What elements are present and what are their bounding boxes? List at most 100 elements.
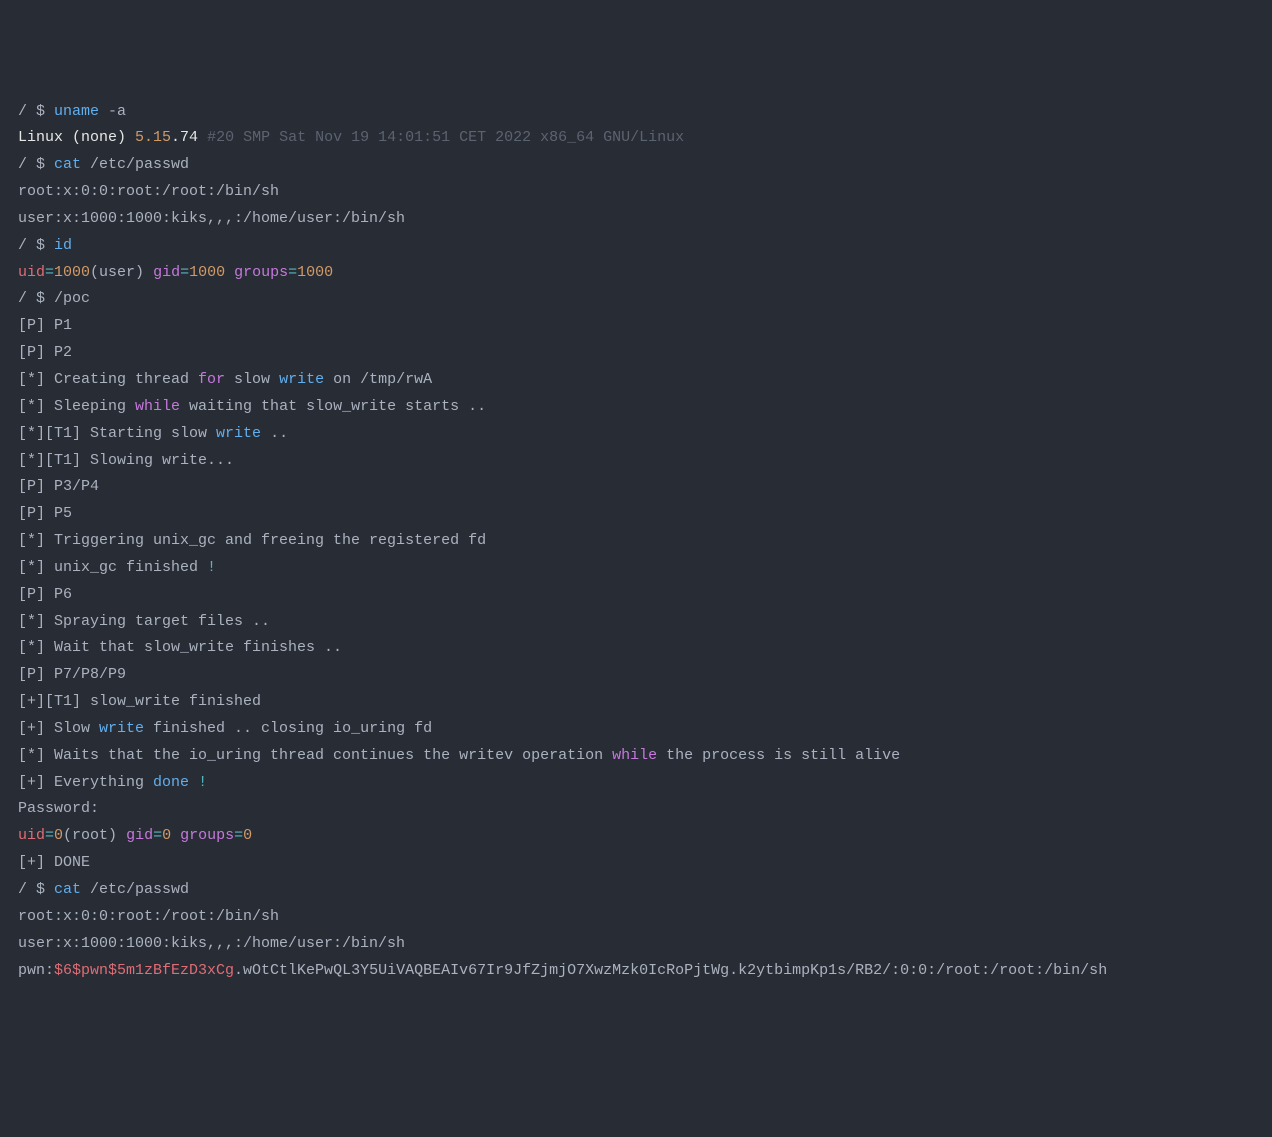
terminal-token: id: [54, 237, 72, 254]
terminal-token: while: [612, 747, 657, 764]
terminal-token: / $: [18, 237, 54, 254]
terminal-line: [*] Spraying target files ..: [18, 609, 1254, 636]
terminal-token: [*] Spraying target files ..: [18, 613, 270, 630]
terminal-line: [P] P5: [18, 501, 1254, 528]
terminal-token: root:x:0:0:root:/root:/bin/sh: [18, 908, 279, 925]
terminal-line: user:x:1000:1000:kiks,,,:/home/user:/bin…: [18, 931, 1254, 958]
terminal-token: (root): [63, 827, 126, 844]
terminal-token: gid: [153, 264, 180, 281]
terminal-line: [*] Sleeping while waiting that slow_wri…: [18, 394, 1254, 421]
terminal-token: 1000: [189, 264, 225, 281]
terminal-token: 5.15: [135, 129, 171, 146]
terminal-line: / $ cat /etc/passwd: [18, 152, 1254, 179]
terminal-line: pwn:$6$pwn$5m1zBfEzD3xCg.wOtCtlKePwQL3Y5…: [18, 958, 1254, 985]
terminal-token: -a: [99, 103, 126, 120]
terminal-line: [+][T1] slow_write finished: [18, 689, 1254, 716]
terminal-token: slow: [225, 371, 279, 388]
terminal-token: write: [279, 371, 324, 388]
terminal-token: [*][T1] Slowing write...: [18, 452, 234, 469]
terminal-token: [*] Waits that the io_uring thread conti…: [18, 747, 612, 764]
terminal-line: [P] P1: [18, 313, 1254, 340]
terminal-token: [+][T1] slow_write finished: [18, 693, 261, 710]
terminal-line: / $ /poc: [18, 286, 1254, 313]
terminal-token: done: [153, 774, 189, 791]
terminal-token: / $ /poc: [18, 290, 90, 307]
terminal-token: gid: [126, 827, 153, 844]
terminal-token: user:x:1000:1000:kiks,,,:/home/user:/bin…: [18, 210, 405, 227]
terminal-line: [+] Everything done !: [18, 770, 1254, 797]
terminal-token: [225, 264, 234, 281]
terminal-line: [+] Slow write finished .. closing io_ur…: [18, 716, 1254, 743]
terminal-line: user:x:1000:1000:kiks,,,:/home/user:/bin…: [18, 206, 1254, 233]
terminal-token: user:x:1000:1000:kiks,,,:/home/user:/bin…: [18, 935, 405, 952]
terminal-token: uid: [18, 264, 45, 281]
terminal-token: finished .. closing io_uring fd: [144, 720, 432, 737]
terminal-token: [P] P5: [18, 505, 72, 522]
terminal-line: [*] Wait that slow_write finishes ..: [18, 635, 1254, 662]
terminal-line: [P] P7/P8/P9: [18, 662, 1254, 689]
terminal-line: root:x:0:0:root:/root:/bin/sh: [18, 179, 1254, 206]
terminal-token: [*][T1] Starting slow: [18, 425, 216, 442]
terminal-line: / $ id: [18, 233, 1254, 260]
terminal-token: 1000: [54, 264, 90, 281]
terminal-line: [P] P2: [18, 340, 1254, 367]
terminal-token: [P] P1: [18, 317, 72, 334]
terminal-token: [*] Triggering unix_gc and freeing the r…: [18, 532, 486, 549]
terminal-token: write: [99, 720, 144, 737]
terminal-token: ..: [261, 425, 288, 442]
terminal-line: root:x:0:0:root:/root:/bin/sh: [18, 904, 1254, 931]
terminal-token: (user): [90, 264, 153, 281]
terminal-token: /etc/passwd: [81, 881, 189, 898]
terminal-token: =: [234, 827, 243, 844]
terminal-line: [*] Triggering unix_gc and freeing the r…: [18, 528, 1254, 555]
terminal-token: uname: [54, 103, 99, 120]
terminal-token: =: [45, 827, 54, 844]
terminal-token: Linux (none): [18, 129, 135, 146]
terminal-token: [P] P2: [18, 344, 72, 361]
terminal-token: / $: [18, 103, 54, 120]
terminal-token: #20 SMP Sat Nov 19 14:01:51 CET 2022 x86…: [207, 129, 684, 146]
terminal-line: [P] P3/P4: [18, 474, 1254, 501]
terminal-token: on /tmp/rwA: [324, 371, 432, 388]
terminal-token: [*] Wait that slow_write finishes ..: [18, 639, 342, 656]
terminal-line: [*] unix_gc finished !: [18, 555, 1254, 582]
terminal-token: [171, 827, 180, 844]
terminal-token: groups: [180, 827, 234, 844]
terminal-token: /etc/passwd: [81, 156, 189, 173]
terminal-output[interactable]: / $ uname -a Linux (none) 5.15.74 #20 SMP…: [18, 99, 1254, 985]
terminal-token: [+] DONE: [18, 854, 90, 871]
terminal-line: uid=0(root) gid=0 groups=0: [18, 823, 1254, 850]
terminal-line: / $ uname -a: [18, 99, 1254, 126]
terminal-token: [*] Creating thread: [18, 371, 198, 388]
terminal-token: =: [180, 264, 189, 281]
terminal-token: $6$pwn$5m1zBfEzD3xCg: [54, 962, 234, 979]
terminal-token: / $: [18, 881, 54, 898]
terminal-token: =: [45, 264, 54, 281]
terminal-line: / $ cat /etc/passwd: [18, 877, 1254, 904]
terminal-token: Password:: [18, 800, 99, 817]
terminal-token: [+] Everything: [18, 774, 153, 791]
terminal-token: / $: [18, 156, 54, 173]
terminal-token: [P] P3/P4: [18, 478, 99, 495]
terminal-token: !: [207, 559, 216, 576]
terminal-token: .74: [171, 129, 207, 146]
terminal-token: !: [198, 774, 207, 791]
terminal-token: the process is still alive: [657, 747, 900, 764]
terminal-token: [+] Slow: [18, 720, 99, 737]
terminal-token: .wOtCtlKePwQL3Y5UiVAQBEAIv67Ir9JfZjmjO7X…: [234, 962, 1107, 979]
terminal-token: [*] Sleeping: [18, 398, 135, 415]
terminal-line: [*][T1] Starting slow write ..: [18, 421, 1254, 448]
terminal-token: 0: [162, 827, 171, 844]
terminal-line: [P] P6: [18, 582, 1254, 609]
terminal-token: write: [216, 425, 261, 442]
terminal-line: Password:: [18, 796, 1254, 823]
terminal-line: [*] Waits that the io_uring thread conti…: [18, 743, 1254, 770]
terminal-token: [*] unix_gc finished: [18, 559, 207, 576]
terminal-token: 1000: [297, 264, 333, 281]
terminal-line: [*] Creating thread for slow write on /t…: [18, 367, 1254, 394]
terminal-token: [P] P6: [18, 586, 72, 603]
terminal-token: groups: [234, 264, 288, 281]
terminal-line: uid=1000(user) gid=1000 groups=1000: [18, 260, 1254, 287]
terminal-token: 0: [54, 827, 63, 844]
terminal-token: [P] P7/P8/P9: [18, 666, 126, 683]
